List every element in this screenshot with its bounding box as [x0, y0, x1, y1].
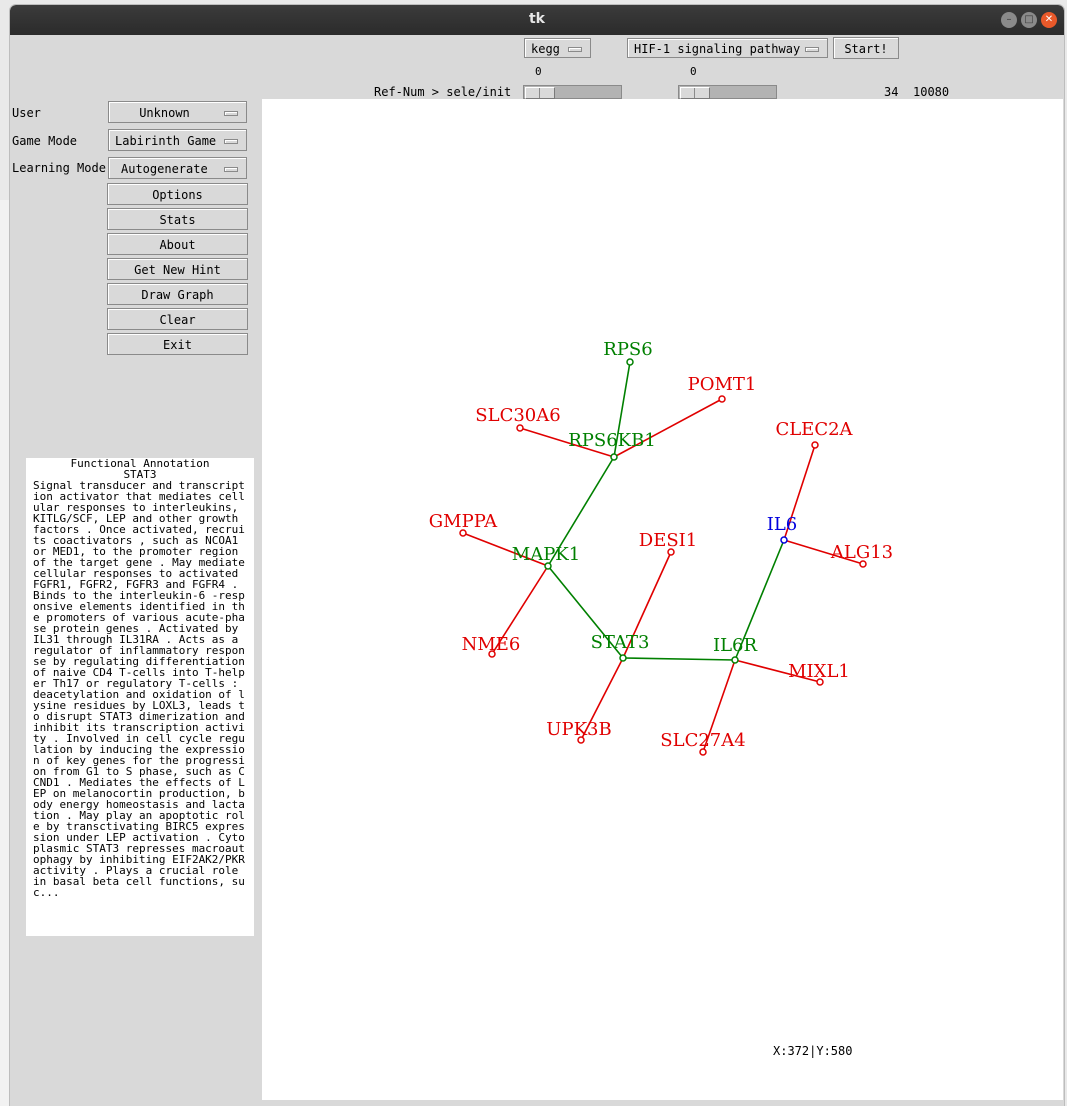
scale2-value: 0	[690, 65, 697, 78]
scale2-slider[interactable]	[678, 85, 777, 99]
node-pomt1[interactable]	[718, 395, 726, 403]
scale1-slider-handle[interactable]	[525, 87, 555, 99]
close-icon[interactable]: ✕	[1041, 12, 1057, 28]
stats-button[interactable]: Stats	[107, 208, 248, 230]
window-title: tk	[528, 11, 545, 27]
node-label-nme6[interactable]: NME6	[462, 634, 521, 655]
dropdown-indicator-icon	[224, 139, 238, 144]
learning-mode-select-value: Autogenerate	[121, 162, 208, 176]
minimize-icon[interactable]: –	[1001, 12, 1017, 28]
about-button[interactable]: About	[107, 233, 248, 255]
get-new-hint-button[interactable]: Get New Hint	[107, 258, 248, 280]
dropdown-indicator-icon	[224, 111, 238, 116]
scale1-value: 0	[535, 65, 542, 78]
annotation-text: Signal transducer and transcription acti…	[33, 479, 245, 899]
count-b: 10080	[913, 85, 950, 99]
node-label-il6[interactable]: IL6	[767, 514, 798, 535]
database-select[interactable]: kegg	[524, 38, 591, 58]
node-label-rps6kb1[interactable]: RPS6KB1	[568, 430, 656, 451]
dropdown-indicator-icon	[805, 47, 819, 52]
user-label: User	[12, 106, 41, 120]
node-label-desi1[interactable]: DESI1	[639, 530, 697, 551]
refnum-label: Ref-Num > sele/init	[374, 85, 512, 99]
count-a: 34	[884, 85, 899, 99]
node-label-rps6[interactable]: RPS6	[603, 339, 652, 360]
node-rps6kb1[interactable]	[610, 453, 618, 461]
exit-button[interactable]: Exit	[107, 333, 248, 355]
node-label-slc27a4[interactable]: SLC27A4	[660, 730, 745, 751]
scale2-slider-handle[interactable]	[680, 87, 710, 99]
node-il6[interactable]	[780, 536, 788, 544]
node-label-mapk1[interactable]: MAPK1	[512, 544, 580, 565]
pathway-graph[interactable]: RPS6 POMT1 SLC30A6 RPS6KB1 CLEC2A GMPPA DESI1 I…	[262, 99, 1063, 1100]
node-label-il6r[interactable]: IL6R	[713, 635, 758, 656]
cursor-coordinates: X:372|Y:580	[773, 1044, 853, 1058]
draw-graph-button[interactable]: Draw Graph	[107, 283, 248, 305]
user-select[interactable]: Unknown	[108, 101, 247, 123]
scale1-slider[interactable]	[523, 85, 622, 99]
tk-window: tk – □ ✕ kegg HIF-1 signaling pathway St…	[10, 5, 1064, 1106]
node-label-gmppa[interactable]: GMPPA	[429, 511, 498, 532]
clear-button[interactable]: Clear	[107, 308, 248, 330]
maximize-icon[interactable]: □	[1021, 12, 1037, 28]
options-button[interactable]: Options	[107, 183, 248, 205]
dropdown-indicator-icon	[568, 47, 582, 52]
game-mode-label: Game Mode	[12, 134, 78, 148]
window-content: kegg HIF-1 signaling pathway Start! 0 0 …	[10, 35, 1064, 1106]
graph-canvas[interactable]: RPS6 POMT1 SLC30A6 RPS6KB1 CLEC2A GMPPA DESI1 I…	[262, 99, 1063, 1100]
pathway-select[interactable]: HIF-1 signaling pathway	[627, 38, 828, 58]
database-select-value: kegg	[531, 42, 560, 56]
node-label-alg13[interactable]: ALG13	[830, 542, 893, 563]
node-il6r[interactable]	[731, 656, 739, 664]
node-label-upk3b[interactable]: UPK3B	[546, 719, 611, 740]
node-clec2a[interactable]	[811, 441, 819, 449]
title-bar[interactable]: tk – □ ✕	[10, 5, 1064, 35]
node-label-stat3[interactable]: STAT3	[591, 632, 650, 653]
node-label-mixl1[interactable]: MIXL1	[788, 661, 850, 682]
desktop-background	[0, 200, 10, 1106]
user-select-value: Unknown	[139, 106, 190, 120]
dropdown-indicator-icon	[224, 167, 238, 172]
node-label-pomt1[interactable]: POMT1	[688, 374, 757, 395]
pathway-select-value: HIF-1 signaling pathway	[634, 42, 801, 56]
game-mode-select-value: Labirinth Game	[115, 134, 217, 148]
node-label-clec2a[interactable]: CLEC2A	[775, 419, 853, 440]
node-label-slc30a6[interactable]: SLC30A6	[475, 405, 560, 426]
functional-annotation-panel: Functional Annotation STAT3 Signal trans…	[26, 458, 254, 936]
node-stat3[interactable]	[619, 654, 627, 662]
learning-mode-label: Learning Mode	[12, 161, 106, 175]
start-button[interactable]: Start!	[833, 37, 899, 59]
learning-mode-select[interactable]: Autogenerate	[108, 157, 247, 179]
game-mode-select[interactable]: Labirinth Game	[108, 129, 247, 151]
edge-STAT3-IL6R	[622, 657, 736, 661]
